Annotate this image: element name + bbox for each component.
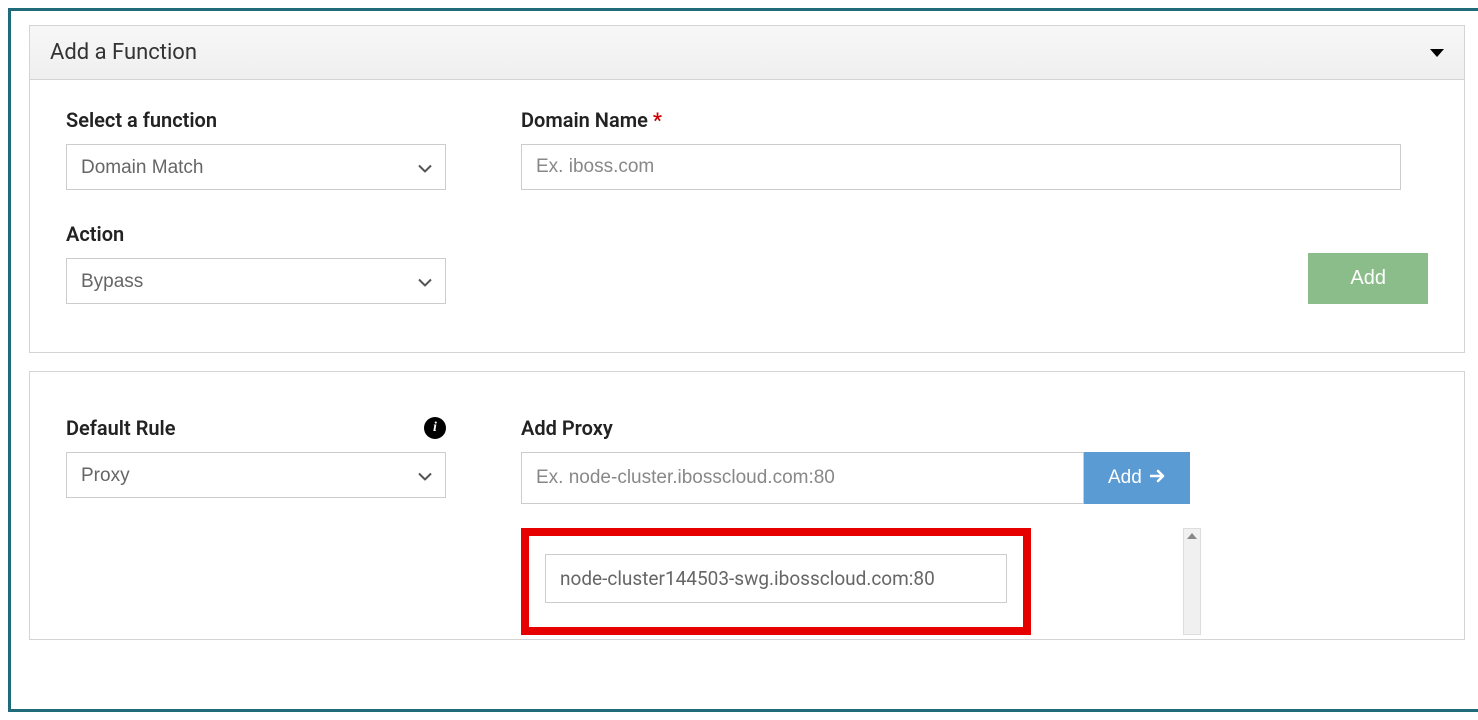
add-function-panel: Add a Function Select a function Domain … (29, 25, 1465, 353)
domain-name-label: Domain Name * (521, 108, 1428, 132)
domain-name-input[interactable] (521, 144, 1401, 190)
panel-header[interactable]: Add a Function (30, 26, 1464, 80)
proxy-list-item[interactable]: node-cluster144503-swg.ibosscloud.com:80 (545, 554, 1007, 603)
scrollbar[interactable] (1183, 528, 1201, 635)
arrow-right-icon (1150, 467, 1166, 489)
add-proxy-label: Add Proxy (521, 416, 1428, 440)
panel-title: Add a Function (50, 40, 197, 65)
panel-body: Default Rule i Proxy Add Proxy (30, 372, 1464, 639)
add-proxy-input[interactable] (521, 452, 1084, 504)
add-proxy-button[interactable]: Add (1084, 452, 1190, 504)
info-icon[interactable]: i (424, 417, 446, 439)
collapse-icon[interactable] (1430, 49, 1444, 57)
action-label: Action (66, 222, 521, 246)
default-rule-label: Default Rule (66, 416, 176, 440)
action-dropdown[interactable]: Bypass (66, 258, 446, 304)
select-function-dropdown[interactable]: Domain Match (66, 144, 446, 190)
default-rule-dropdown[interactable]: Proxy (66, 452, 446, 498)
add-function-button[interactable]: Add (1308, 253, 1428, 304)
scroll-up-icon[interactable] (1187, 533, 1197, 539)
required-star-icon: * (653, 108, 662, 132)
panel-body: Select a function Domain Match Domain Na… (30, 80, 1464, 352)
add-proxy-button-label: Add (1108, 467, 1142, 489)
select-function-label: Select a function (66, 108, 521, 132)
proxy-panel: Default Rule i Proxy Add Proxy (29, 371, 1465, 640)
highlighted-proxy-entry: node-cluster144503-swg.ibosscloud.com:80 (521, 528, 1031, 635)
